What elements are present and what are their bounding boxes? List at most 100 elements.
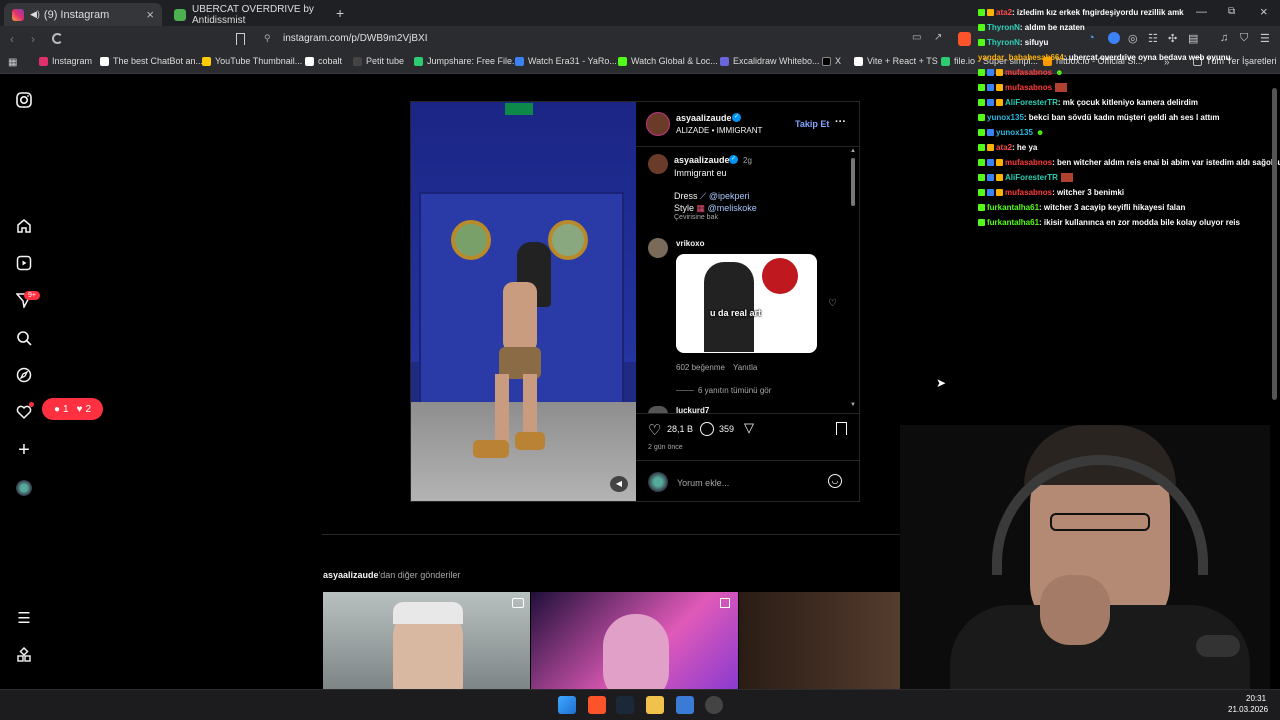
more-options-icon[interactable]: ···	[835, 116, 846, 128]
bookmark-item[interactable]: Vite + React + TS	[854, 56, 938, 66]
view-replies[interactable]: 6 yanıtın tümünü gör	[698, 386, 771, 395]
post-video[interactable]: ◀	[411, 102, 636, 501]
tab-ubercat[interactable]: UBERCAT OVERDRIVE by Antidissmist	[166, 3, 332, 26]
caption-username[interactable]: asyaalizaude	[674, 155, 730, 165]
create-icon[interactable]: +	[15, 440, 33, 460]
notification-dot	[29, 402, 34, 407]
site-info-icon[interactable]: ⚲	[264, 33, 271, 44]
verified-icon: ✓	[729, 155, 738, 164]
home-icon[interactable]	[15, 218, 33, 236]
explore-icon[interactable]	[15, 367, 33, 385]
comment-likes[interactable]: 602 beğenme	[676, 363, 725, 372]
follow-button[interactable]: Takip Et	[795, 119, 829, 129]
bookmark-item[interactable]: YouTube Thumbnail...	[202, 56, 302, 66]
back-icon[interactable]: ‹	[10, 32, 14, 46]
comment-gif[interactable]: u da real art	[676, 254, 817, 353]
comment-like-icon[interactable]: ♡	[828, 298, 837, 309]
chat-message: mufasabnos ☻	[978, 68, 1064, 77]
style-handle[interactable]: @meliskoke	[708, 203, 757, 213]
mute-icon[interactable]: ◀	[610, 476, 628, 492]
instagram-logo-icon[interactable]	[15, 92, 33, 110]
app-taskbar-icon[interactable]	[676, 696, 694, 714]
clock-time[interactable]: 20:31	[1246, 694, 1266, 703]
author-avatar[interactable]	[646, 112, 670, 136]
comment-count[interactable]: 359	[719, 424, 734, 434]
verified-icon: ✓	[732, 113, 741, 122]
activity-popup[interactable]: ● 1 ♥ 2	[42, 398, 103, 420]
bookmark-item[interactable]: Excalidraw Whitebo...	[720, 56, 820, 66]
like-count[interactable]: 28,1 B	[667, 424, 693, 434]
webcam-overlay	[900, 425, 1270, 689]
reel-icon	[512, 598, 524, 608]
comment-input[interactable]: Yorum ekle...	[677, 478, 729, 488]
post-time: 2 gün önce	[648, 444, 683, 451]
clock-date[interactable]: 21.03.2026	[1228, 705, 1268, 714]
scrollbar-thumb[interactable]	[851, 158, 855, 206]
profile-avatar[interactable]	[16, 480, 32, 496]
post-thumbnail[interactable]	[323, 592, 530, 689]
reply-button[interactable]: Yanıtla	[733, 363, 757, 372]
new-tab-button[interactable]: +	[336, 5, 344, 21]
brave-taskbar-icon[interactable]	[588, 696, 606, 714]
post-thumbnail[interactable]	[739, 592, 921, 689]
person-leg	[523, 374, 537, 438]
scrollbar-thumb[interactable]	[1272, 88, 1277, 400]
tab-label: (9) Instagram	[43, 8, 110, 21]
steam-taskbar-icon[interactable]	[616, 696, 634, 714]
user-avatar	[648, 472, 668, 492]
comments-scrollbar[interactable]: ▲ ▼	[849, 148, 857, 412]
post-subtitle[interactable]: ALIZADE • IMMIGRANT	[676, 126, 762, 135]
reels-icon[interactable]	[15, 255, 33, 273]
share-icon[interactable]: ▽	[744, 420, 754, 436]
post-thumbnail[interactable]	[531, 592, 738, 689]
forward-icon[interactable]: ›	[31, 32, 35, 46]
caption-avatar[interactable]	[648, 154, 668, 174]
address-bar[interactable]: ⚲ instagram.com/p/DWB9m2VjBXI ▭ ↗	[256, 29, 956, 49]
screen-icon[interactable]: ▭	[912, 32, 921, 43]
comment-count: 1	[62, 403, 69, 415]
search-icon[interactable]	[15, 330, 33, 348]
audio-icon[interactable]: ◀)	[30, 9, 40, 20]
bookmark-item[interactable]: Jumpshare: Free File...	[414, 56, 520, 66]
caption-text: Immigrant eu	[674, 168, 727, 178]
comment-username[interactable]: vrikoxo	[676, 239, 704, 248]
emote-icon	[1055, 83, 1068, 92]
person-body	[503, 282, 537, 352]
glasses	[1050, 513, 1150, 531]
emoji-icon[interactable]: ◡	[828, 474, 842, 488]
translate-link[interactable]: Çevirisine bak	[674, 214, 718, 221]
more-menu-icon[interactable]: ☰	[15, 610, 33, 628]
like-icon[interactable]: ♡	[648, 421, 661, 439]
chat-message: ata2: he ya	[978, 143, 1037, 152]
comment-icon[interactable]	[700, 422, 714, 436]
share-icon[interactable]: ↗	[934, 32, 942, 43]
bookmark-item[interactable]: X	[822, 56, 841, 66]
dress-handle[interactable]: @ipekperi	[709, 191, 750, 201]
commenter-avatar[interactable]	[648, 238, 668, 258]
threads-icon[interactable]	[15, 646, 33, 665]
emote-icon	[1060, 173, 1073, 182]
save-icon[interactable]	[836, 422, 847, 435]
bookmark-item[interactable]: Watch Era31 - YaRo...	[515, 56, 617, 66]
tab-instagram[interactable]: ◀) (9) Instagram ×	[4, 3, 162, 26]
windows-start-icon[interactable]	[558, 696, 576, 714]
bookmark-item[interactable]: cobalt	[305, 56, 342, 66]
chat-message: yunox135: bekci ban sövdü kadın müşteri …	[978, 113, 1220, 122]
bookmark-item[interactable]: Watch Global & Loc...	[618, 56, 718, 66]
obs-taskbar-icon[interactable]	[705, 696, 723, 714]
boot	[473, 440, 509, 458]
file-explorer-icon[interactable]	[646, 696, 664, 714]
brave-shield-icon[interactable]	[958, 32, 971, 46]
apps-icon[interactable]: ▦	[8, 57, 17, 68]
page-scrollbar[interactable]	[1271, 84, 1278, 689]
tray-popup[interactable]	[1196, 635, 1240, 657]
close-tab-icon[interactable]: ×	[146, 7, 154, 22]
itch-favicon-icon	[174, 8, 186, 21]
bookmark-item[interactable]: The best ChatBot an...	[100, 56, 203, 66]
loading-icon[interactable]	[52, 33, 63, 44]
bookmark-item[interactable]: Instagram	[39, 56, 92, 66]
chat-message: AliForesterTR: mk çocuk kitleniyo kamera…	[978, 98, 1198, 107]
author-username[interactable]: asyaalizaude	[676, 113, 732, 123]
bookmark-icon[interactable]	[236, 33, 245, 45]
bookmark-item[interactable]: Petit tube	[353, 56, 404, 66]
